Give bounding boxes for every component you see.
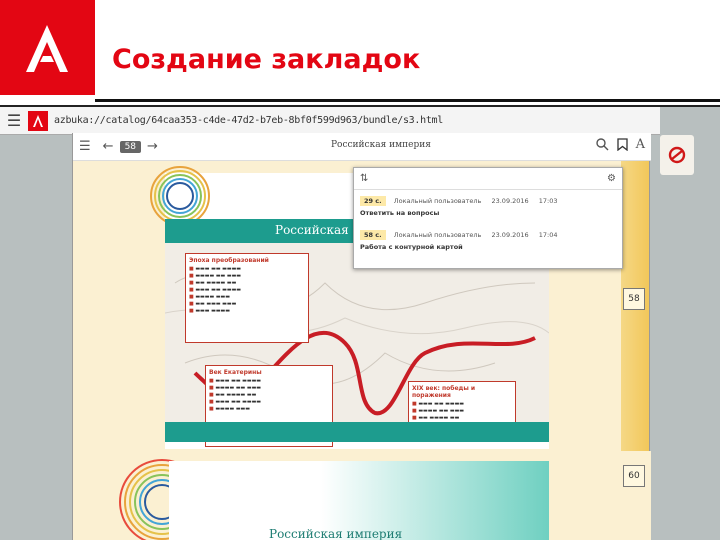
chapter-footer-band: [165, 422, 549, 442]
bookmark-row[interactable]: 58 с. Локальный пользователь 23.09.2016 …: [360, 230, 616, 251]
bookmark-date: 23.09.2016: [491, 197, 529, 205]
hamburger-icon[interactable]: ☰: [0, 107, 28, 135]
card-item: ▬▬▬ ▬▬ ▬▬▬▬: [189, 287, 305, 293]
browser-window: ☰ azbuka://catalog/64caa353-c4de-47d2-b7…: [0, 107, 720, 540]
section-title: Российская: [275, 223, 349, 237]
card-item: ▬▬▬ ▬▬ ▬▬▬▬: [189, 266, 305, 272]
card-item: ▬▬▬ ▬▬ ▬▬▬▬: [412, 401, 512, 407]
card-item: ▬▬▬▬ ▬▬▬: [209, 406, 329, 412]
bookmark-user: Локальный пользователь: [393, 231, 482, 239]
page-number-badge[interactable]: 58: [119, 140, 142, 153]
card-title: XIX век: победы и поражения: [412, 385, 476, 399]
site-logo-icon: [28, 110, 48, 131]
bookmark-note: Ответить на вопросы: [360, 209, 440, 217]
sort-icon[interactable]: ⇅: [360, 173, 368, 184]
bookmark-page-tag: 29 с.: [360, 196, 386, 206]
card-item: ▬▬ ▬▬▬▬ ▬▬: [412, 415, 512, 421]
bookmark-time: 17:03: [538, 197, 558, 205]
bookmark-note: Работа с контурной картой: [360, 243, 463, 251]
bookmark-time: 17:04: [538, 231, 558, 239]
card-item: ▬▬▬▬ ▬▬ ▬▬▬: [412, 408, 512, 414]
book-card-reforms: Эпоха преобразований ▬▬▬ ▬▬ ▬▬▬▬ ▬▬▬▬ ▬▬…: [185, 253, 309, 343]
page-marker[interactable]: 60: [623, 465, 645, 487]
bookmark-page-tag: 58 с.: [360, 230, 386, 240]
card-item: ▬▬▬▬ ▬▬ ▬▬▬: [209, 385, 329, 391]
forward-arrow-icon[interactable]: →: [147, 139, 158, 154]
card-title: Век Екатерины: [209, 369, 262, 376]
card-title: Эпоха преобразований: [189, 257, 269, 264]
font-size-button[interactable]: A: [636, 137, 645, 152]
card-item: ▬▬ ▬▬▬▬ ▬▬: [209, 392, 329, 398]
blocked-icon[interactable]: [660, 135, 694, 175]
slide-title: Создание закладок: [112, 44, 421, 75]
card-item: ▬▬ ▬▬▬ ▬▬▬: [189, 301, 305, 307]
address-bar: ☰ azbuka://catalog/64caa353-c4de-47d2-b7…: [0, 107, 660, 135]
card-item: ▬▬▬▬ ▬▬▬: [189, 294, 305, 300]
next-page-title: Российская империя: [269, 527, 403, 540]
back-arrow-icon[interactable]: ←: [103, 139, 114, 154]
settings-icon[interactable]: ⚙: [607, 173, 616, 184]
card-item: ▬▬▬ ▬▬ ▬▬▬▬: [209, 378, 329, 384]
search-icon[interactable]: [595, 138, 609, 151]
menu-icon[interactable]: ☰: [79, 139, 91, 154]
bookmark-date: 23.09.2016: [491, 231, 529, 239]
slide: Создание закладок ☰ azbuka://catalog/64c…: [0, 0, 720, 540]
bookmark-user: Локальный пользователь: [393, 197, 482, 205]
popup-header: ⇅ ⚙: [354, 168, 622, 190]
reader-toolbar: ☰ ← 58 → Российская империя A: [73, 133, 651, 161]
bookmark-row[interactable]: 29 с. Локальный пользователь 23.09.2016 …: [360, 196, 616, 217]
decorative-rings: [150, 166, 210, 226]
reader-page: ☰ ← 58 → Российская империя A Российская…: [72, 133, 651, 540]
bookmarks-popup: ⇅ ⚙ 29 с. Локальный пользователь 23.09.2…: [353, 167, 623, 269]
card-item: ▬▬▬ ▬▬▬▬: [189, 308, 305, 314]
card-item: ▬▬▬▬ ▬▬ ▬▬▬: [189, 273, 305, 279]
book-title: Российская империя: [331, 140, 431, 150]
bookmark-icon[interactable]: [616, 138, 628, 151]
window-titlebar: [0, 95, 720, 107]
card-item: ▬▬▬ ▬▬ ▬▬▬▬: [209, 399, 329, 405]
brand-logo: [0, 0, 95, 95]
page-marker[interactable]: 58: [623, 288, 645, 310]
card-item: ▬▬ ▬▬▬▬ ▬▬: [189, 280, 305, 286]
url-text[interactable]: azbuka://catalog/64caa353-c4de-47d2-b7eb…: [54, 115, 443, 126]
